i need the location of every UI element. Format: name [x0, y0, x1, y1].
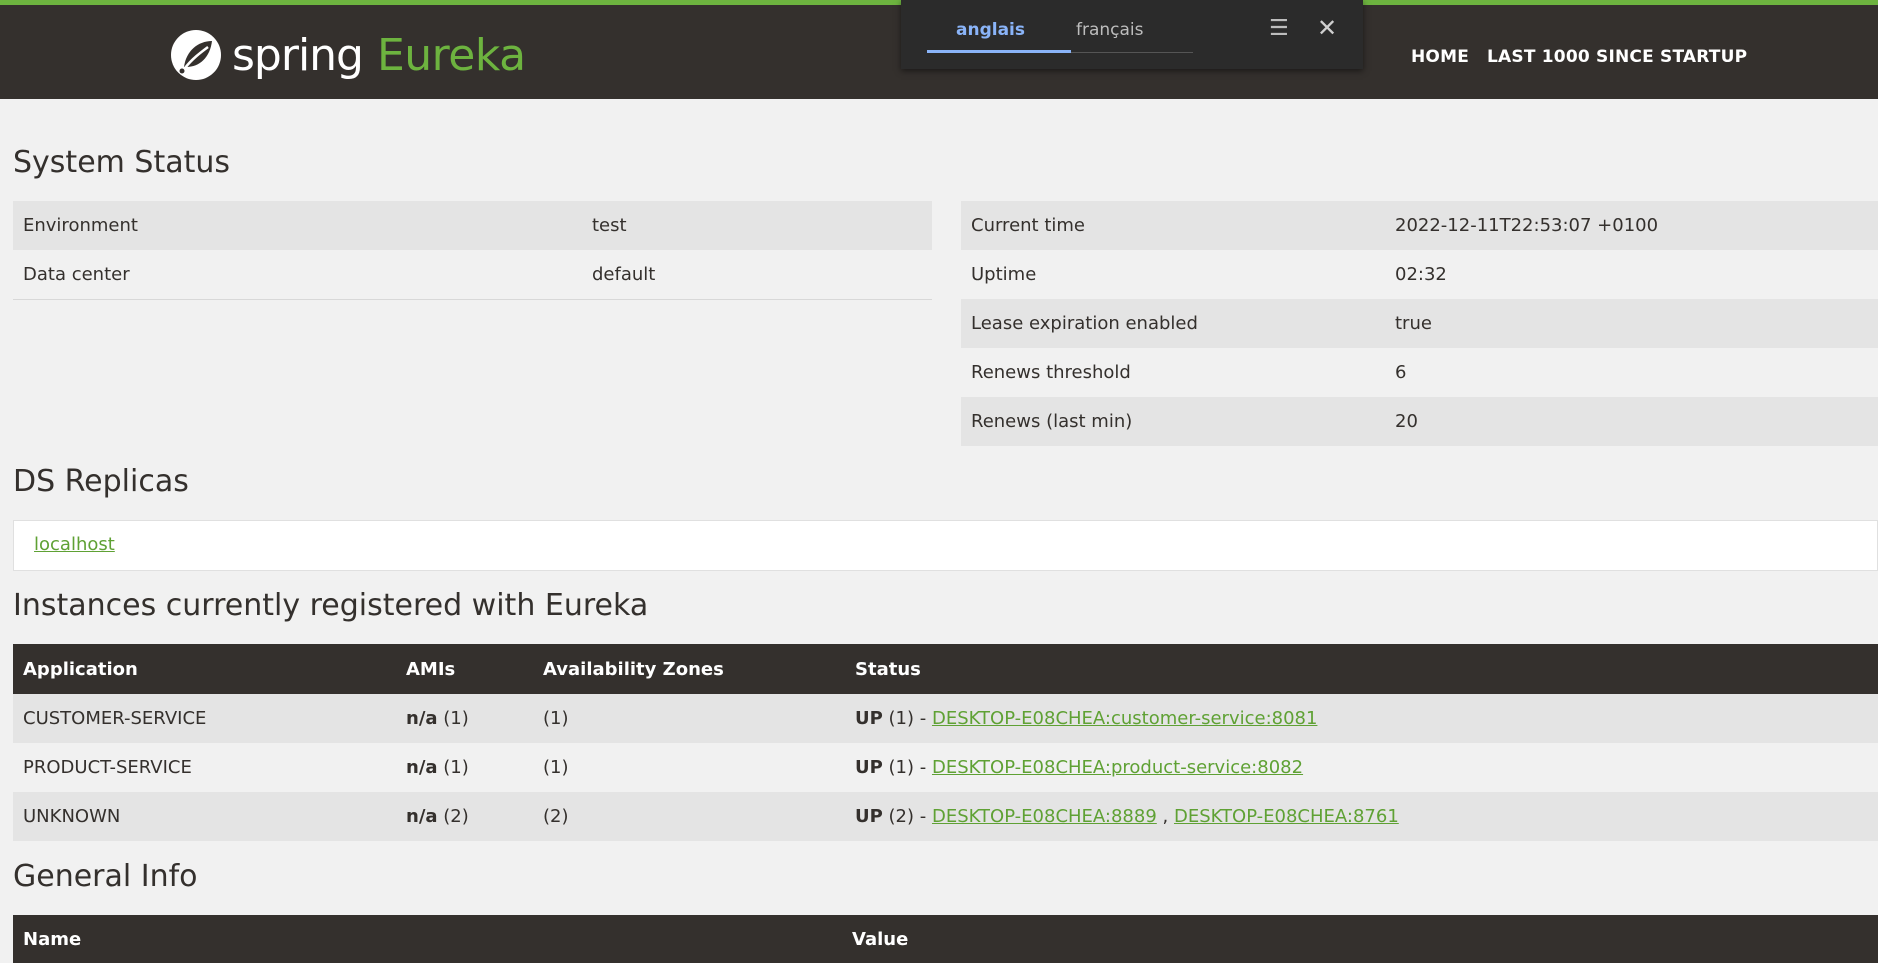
logo-eureka-text: Eureka: [376, 29, 526, 81]
instance-link[interactable]: DESKTOP-E08CHEA:customer-service:8081: [932, 708, 1317, 729]
menu-icon[interactable]: ☰: [1269, 16, 1289, 41]
status-value: default: [582, 250, 932, 300]
app-name: UNKNOWN: [13, 792, 396, 841]
ami-cell: n/a (1): [396, 743, 533, 792]
col-header-zones: Availability Zones: [533, 644, 845, 694]
status-count: (1) -: [882, 757, 932, 778]
nav-last1000-link[interactable]: LAST 1000 SINCE STARTUP: [1487, 47, 1747, 67]
status-count: (2) -: [882, 806, 932, 827]
status-value: true: [1385, 299, 1878, 348]
zones-cell: (1): [533, 694, 845, 743]
status-label: Data center: [13, 250, 582, 300]
ami-count: (1): [437, 708, 469, 729]
col-header-status: Status: [845, 644, 1878, 694]
col-header-amis: AMIs: [396, 644, 533, 694]
instances-title: Instances currently registered with Eure…: [13, 588, 649, 623]
ami-cell: n/a (2): [396, 792, 533, 841]
status-value: 02:32: [1385, 250, 1878, 299]
active-tab-indicator: [927, 50, 1071, 53]
status-row: Renews threshold 6: [961, 348, 1878, 397]
zones-cell: (2): [533, 792, 845, 841]
ami-count: (1): [437, 757, 469, 778]
ami-cell: n/a (1): [396, 694, 533, 743]
link-separator: ,: [1156, 806, 1174, 827]
table-row: CUSTOMER-SERVICE n/a (1) (1) UP (1) - DE…: [13, 694, 1878, 743]
spring-leaf-icon: [171, 30, 221, 80]
status-label: Uptime: [961, 250, 1385, 299]
ami-value: n/a: [406, 708, 438, 729]
system-status-title: System Status: [13, 145, 231, 180]
general-info-title: General Info: [13, 859, 198, 894]
col-header-value: Value: [842, 915, 1878, 963]
translate-popup: anglais français ☰ ✕: [901, 0, 1363, 69]
instances-table: Application AMIs Availability Zones Stat…: [13, 644, 1878, 841]
app-name: CUSTOMER-SERVICE: [13, 694, 396, 743]
status-label: Lease expiration enabled: [961, 299, 1385, 348]
ami-count: (2): [437, 806, 469, 827]
close-icon[interactable]: ✕: [1317, 14, 1337, 42]
status-value: 20: [1385, 397, 1878, 446]
table-row: UNKNOWN n/a (2) (2) UP (2) - DESKTOP-E08…: [13, 792, 1878, 841]
translate-tab-english[interactable]: anglais: [956, 20, 1025, 40]
status-row: Uptime 02:32: [961, 250, 1878, 299]
status-row: Lease expiration enabled true: [961, 299, 1878, 348]
ami-value: n/a: [406, 757, 438, 778]
ds-replicas-title: DS Replicas: [13, 464, 189, 499]
app-name: PRODUCT-SERVICE: [13, 743, 396, 792]
status-label: Renews threshold: [961, 348, 1385, 397]
translate-tab-french[interactable]: français: [1076, 20, 1144, 40]
spring-eureka-logo[interactable]: spring Eureka: [168, 27, 526, 83]
tab-divider: [1071, 52, 1193, 53]
col-header-application: Application: [13, 644, 396, 694]
instance-link[interactable]: DESKTOP-E08CHEA:8761: [1174, 806, 1399, 827]
nav-home-link[interactable]: HOME: [1411, 47, 1469, 67]
status-row: Renews (last min) 20: [961, 397, 1878, 446]
instance-link[interactable]: DESKTOP-E08CHEA:8889: [932, 806, 1157, 827]
ds-replicas-box: localhost: [13, 520, 1878, 571]
status-cell: UP (1) - DESKTOP-E08CHEA:product-service…: [845, 743, 1878, 792]
status-count: (1) -: [882, 708, 932, 729]
status-up: UP: [855, 757, 883, 778]
status-label: Current time: [961, 201, 1385, 250]
table-row: PRODUCT-SERVICE n/a (1) (1) UP (1) - DES…: [13, 743, 1878, 792]
col-header-name: Name: [13, 915, 842, 963]
instance-link[interactable]: DESKTOP-E08CHEA:product-service:8082: [932, 757, 1303, 778]
instances-header-row: Application AMIs Availability Zones Stat…: [13, 644, 1878, 694]
status-cell: UP (1) - DESKTOP-E08CHEA:customer-servic…: [845, 694, 1878, 743]
status-row: Current time 2022-12-11T22:53:07 +0100: [961, 201, 1878, 250]
status-value: test: [582, 201, 932, 250]
replica-localhost-link[interactable]: localhost: [34, 534, 115, 555]
system-status-right-table: Current time 2022-12-11T22:53:07 +0100 U…: [961, 201, 1878, 446]
status-row: Data center default: [13, 250, 932, 300]
status-up: UP: [855, 806, 883, 827]
ami-value: n/a: [406, 806, 438, 827]
general-info-table: Name Value: [13, 915, 1878, 963]
status-cell: UP (2) - DESKTOP-E08CHEA:8889 , DESKTOP-…: [845, 792, 1878, 841]
status-row: Environment test: [13, 201, 932, 250]
status-value: 6: [1385, 348, 1878, 397]
logo-spring-text: spring: [232, 29, 364, 81]
status-up: UP: [855, 708, 883, 729]
status-label: Renews (last min): [961, 397, 1385, 446]
status-value: 2022-12-11T22:53:07 +0100: [1385, 201, 1878, 250]
general-info-header-row: Name Value: [13, 915, 1878, 963]
system-status-left-table: Environment test Data center default: [13, 201, 932, 300]
nav-links: HOME LAST 1000 SINCE STARTUP: [1411, 47, 1747, 67]
status-label: Environment: [13, 201, 582, 250]
zones-cell: (1): [533, 743, 845, 792]
